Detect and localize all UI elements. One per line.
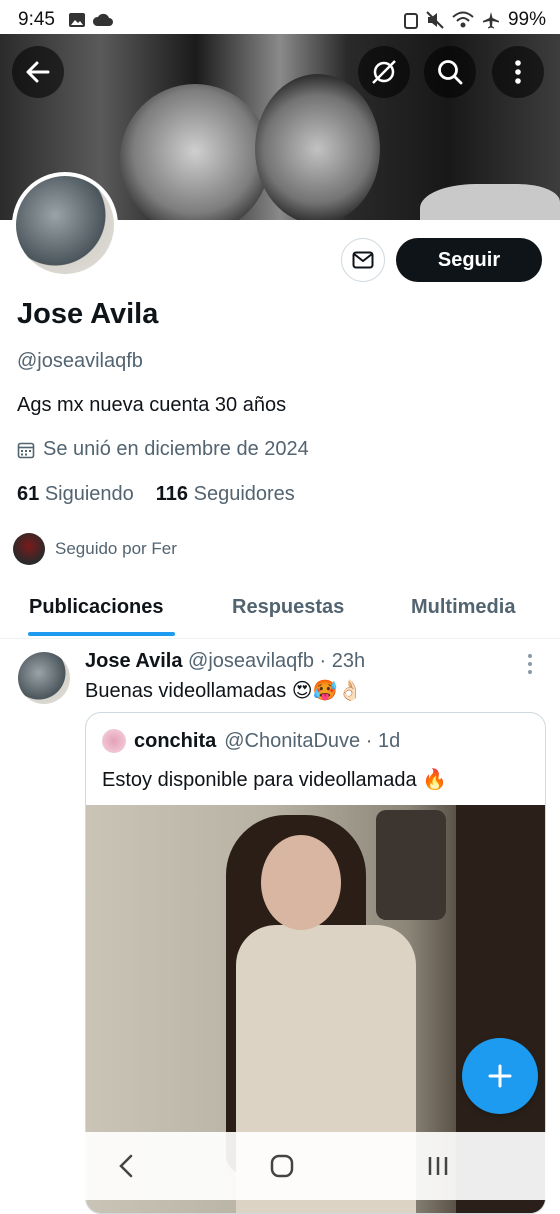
recents-icon <box>428 1157 448 1175</box>
profile-name: Jose Avila <box>17 298 159 330</box>
mute-icon <box>426 11 444 29</box>
more-dot-icon <box>528 654 532 658</box>
calendar-icon <box>17 442 35 458</box>
nav-home-button[interactable] <box>270 1152 294 1185</box>
followed-by[interactable]: Seguido por Fer <box>13 533 177 565</box>
status-time: 9:45 <box>18 9 55 30</box>
tab-publicaciones[interactable]: Publicaciones <box>29 596 164 619</box>
following-label: Siguiendo <box>44 483 134 505</box>
followers-count: 116 <box>155 483 189 505</box>
more-dot-icon <box>528 670 532 674</box>
profile-handle: @joseavilaqfb <box>17 350 143 372</box>
join-date-text: Se unió en diciembre de 2024 <box>43 438 309 460</box>
quoted-author-name: conchita <box>134 729 217 752</box>
banner-photo-person-2 <box>255 74 380 220</box>
followers-label: Seguidores <box>193 483 295 505</box>
more-options-button[interactable] <box>492 46 544 98</box>
chevron-left-icon <box>119 1154 133 1178</box>
system-nav-bar <box>0 1132 560 1200</box>
active-tab-indicator <box>28 632 175 636</box>
airplane-icon <box>482 12 499 29</box>
post-author-name[interactable]: Jose Avila <box>85 650 182 672</box>
compose-button[interactable] <box>462 1038 538 1114</box>
grok-icon <box>372 60 396 84</box>
status-system-icons: 99% <box>403 9 546 31</box>
following-count: 61 <box>17 483 40 505</box>
recycle-icon <box>403 13 418 29</box>
follower-avatar <box>13 533 45 565</box>
avatar-image <box>16 176 114 274</box>
tab-multimedia[interactable]: Multimedia <box>411 596 515 619</box>
battery-percent: 99% <box>507 9 546 30</box>
more-vertical-icon <box>515 60 521 84</box>
wifi-icon <box>452 11 474 28</box>
grok-button[interactable] <box>358 46 410 98</box>
followers-link[interactable]: 116 Seguidores <box>156 483 295 506</box>
follow-button[interactable]: Seguir <box>396 238 542 282</box>
cloud-icon <box>92 13 113 26</box>
image-phone <box>376 810 446 920</box>
arrow-left-icon <box>26 61 50 83</box>
more-dot-icon <box>528 662 532 666</box>
post-more-button[interactable] <box>528 654 534 678</box>
follow-stats: 61 Siguiendo 116 Seguidores <box>17 483 295 506</box>
nav-back-button[interactable] <box>116 1152 136 1185</box>
profile-bio: Ags mx nueva cuenta 30 años <box>17 394 287 416</box>
join-date: Se unió en diciembre de 2024 <box>17 438 309 461</box>
quoted-post-header: conchita @ChonitaDuve · 1d <box>102 729 400 753</box>
profile-tabs: Publicaciones Respuestas Multimedia <box>0 584 560 639</box>
mail-icon <box>352 251 374 269</box>
tab-respuestas[interactable]: Respuestas <box>232 596 344 619</box>
image-face <box>261 835 341 930</box>
search-button[interactable] <box>424 46 476 98</box>
status-notification-icons <box>68 11 114 29</box>
post-meta: @joseavilaqfb · 23h <box>188 650 366 672</box>
nav-recents-button[interactable] <box>426 1152 450 1185</box>
post-author-avatar[interactable] <box>18 652 70 704</box>
followed-by-text: Seguido por Fer <box>55 539 177 558</box>
following-link[interactable]: 61 Siguiendo <box>17 483 134 506</box>
search-icon <box>438 60 463 85</box>
post-text: Buenas videollamadas 😍🥵👌🏻 <box>85 680 363 702</box>
plus-icon <box>488 1064 512 1088</box>
message-button[interactable] <box>341 238 385 282</box>
quoted-author-avatar <box>102 729 126 753</box>
back-button[interactable] <box>12 46 64 98</box>
quoted-post-text: Estoy disponible para videollamada 🔥 <box>102 769 448 791</box>
home-circle-icon <box>270 1154 294 1178</box>
banner-photo-hand <box>420 184 560 220</box>
post-header: Jose Avila @joseavilaqfb · 23h <box>85 650 365 673</box>
quoted-post-meta: @ChonitaDuve · 1d <box>224 729 401 752</box>
profile-avatar[interactable] <box>12 172 118 278</box>
image-icon <box>69 13 85 27</box>
banner-photo-person-1 <box>120 84 270 220</box>
